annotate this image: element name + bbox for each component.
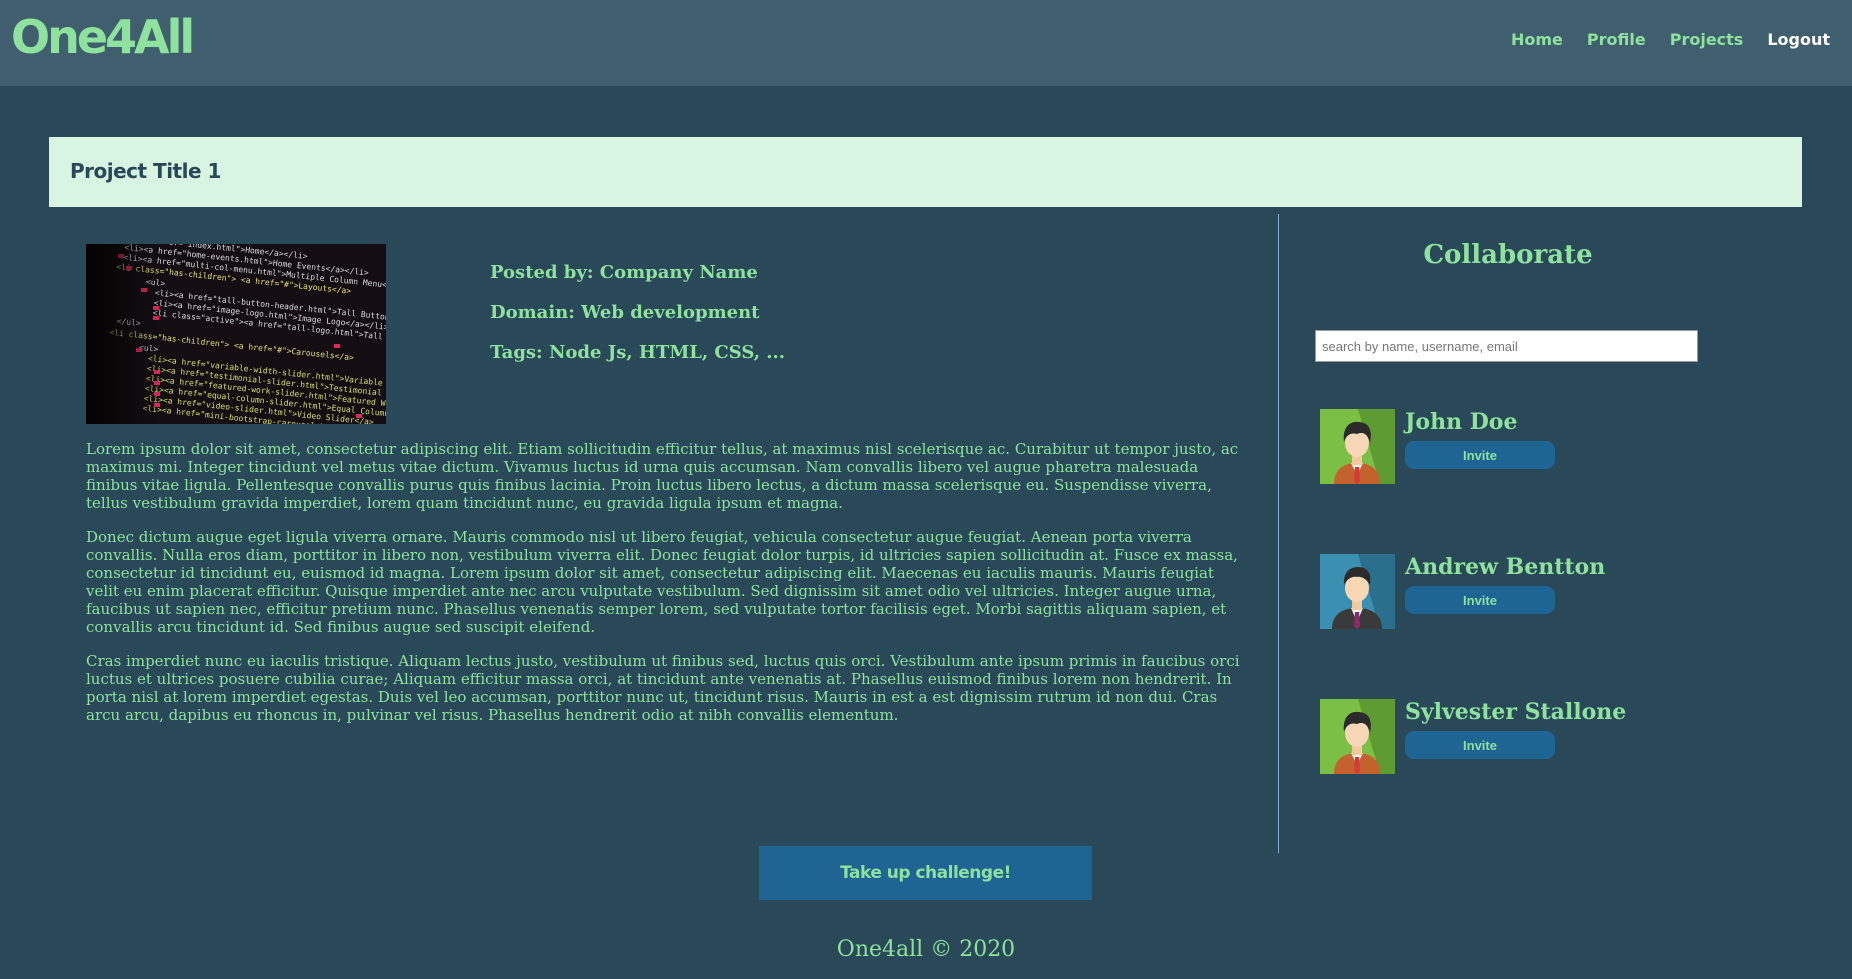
- avatar: [1320, 409, 1395, 484]
- project-description: Lorem ipsum dolor sit amet, consectetur …: [86, 440, 1246, 740]
- project-meta: Posted by: Company Name Domain: Web deve…: [490, 263, 785, 383]
- description-paragraph: Donec dictum augue eget ligula viverra o…: [86, 528, 1238, 636]
- take-up-challenge-button[interactable]: Take up challenge!: [759, 846, 1092, 900]
- member-card: Andrew Bentton Invite: [1320, 554, 1700, 629]
- invite-button[interactable]: Invite: [1405, 586, 1555, 614]
- member-card: John Doe Invite: [1320, 409, 1700, 484]
- collaborator-search-input[interactable]: [1315, 330, 1698, 362]
- project-domain: Domain: Web development: [490, 302, 760, 323]
- nav-profile-link[interactable]: Profile: [1587, 30, 1646, 49]
- nav-logout-link[interactable]: Logout: [1767, 30, 1830, 49]
- footer-copyright: One4all © 2020: [836, 937, 1016, 962]
- project-image: <li><a href="index.html">Home</a></li> <…: [86, 244, 386, 424]
- avatar: [1320, 554, 1395, 629]
- nav-home-link[interactable]: Home: [1511, 30, 1563, 49]
- site-logo[interactable]: One4All: [11, 4, 195, 70]
- member-card: Sylvester Stallone Invite: [1320, 699, 1700, 774]
- member-name: Andrew Bentton: [1405, 554, 1606, 580]
- member-name: Sylvester Stallone: [1405, 699, 1627, 725]
- main-nav: Home Profile Projects Logout: [1511, 30, 1830, 49]
- project-title-bar: Project Title 1: [49, 137, 1802, 207]
- project-title: Project Title 1: [70, 159, 221, 183]
- posted-by: Posted by: Company Name: [490, 262, 758, 283]
- description-paragraph: Lorem ipsum dolor sit amet, consectetur …: [86, 440, 1239, 512]
- collaborate-title: Collaborate: [1423, 240, 1593, 270]
- nav-projects-link[interactable]: Projects: [1670, 30, 1744, 49]
- invite-button[interactable]: Invite: [1405, 441, 1555, 469]
- avatar: [1320, 699, 1395, 774]
- member-name: John Doe: [1405, 409, 1518, 435]
- top-header: One4All Home Profile Projects Logout: [0, 0, 1852, 86]
- invite-button[interactable]: Invite: [1405, 731, 1555, 759]
- description-paragraph: Cras imperdiet nunc eu iaculis tristique…: [86, 652, 1240, 724]
- project-tags: Tags: Node Js, HTML, CSS, ...: [490, 342, 786, 363]
- vertical-divider: [1278, 214, 1279, 853]
